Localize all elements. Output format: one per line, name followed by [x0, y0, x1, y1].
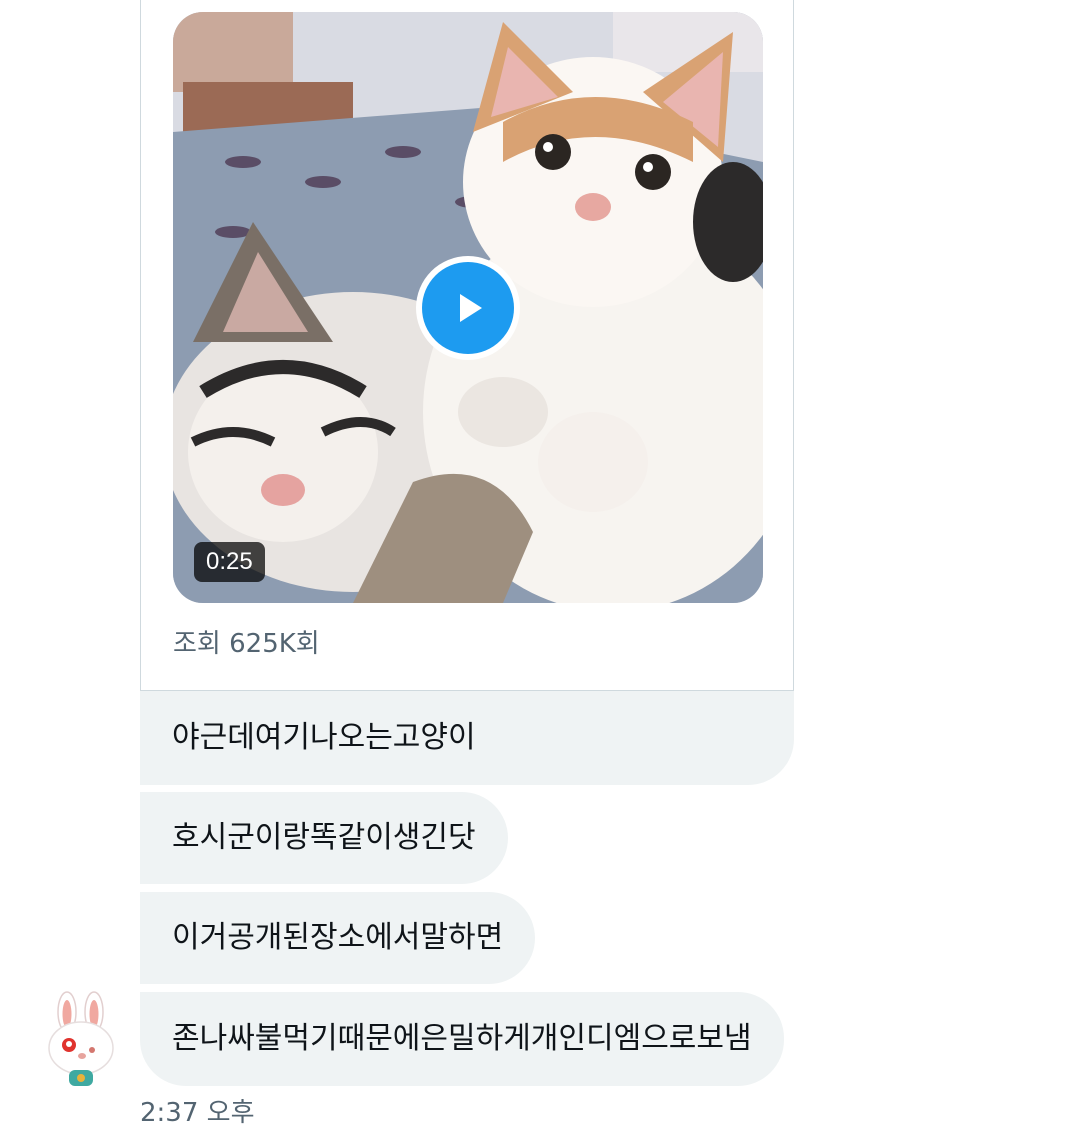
play-button[interactable]: [416, 256, 520, 360]
message-text: 존나싸불먹기때문에은밀하게개인디엠으로보냄: [172, 1021, 752, 1056]
video-player[interactable]: 0:25: [173, 12, 763, 603]
play-icon: [422, 262, 514, 354]
video-duration-badge: 0:25: [194, 542, 265, 582]
message-text: 야근데여기나오는고양이: [172, 720, 476, 755]
message-text: 이거공개된장소에서말하면: [172, 920, 504, 955]
message-bubble[interactable]: 존나싸불먹기때문에은밀하게개인디엠으로보냄: [140, 992, 784, 1086]
message-bubble[interactable]: 야근데여기나오는고양이: [140, 691, 794, 785]
dm-conversation: 0:25 조회 625K회 야근데여기나오는고양이 호시군이랑똑같이생긴닷 이거…: [0, 0, 1080, 1142]
view-count: 조회 625K회: [173, 629, 320, 659]
message-timestamp: 2:37 오후: [140, 1098, 255, 1128]
message-bubble[interactable]: 이거공개된장소에서말하면: [140, 892, 536, 984]
bunny-avatar-icon: [48, 991, 114, 1086]
message-bubble[interactable]: 호시군이랑똑같이생긴닷: [140, 792, 508, 884]
message-text: 호시군이랑똑같이생긴닷: [172, 820, 476, 855]
shared-tweet-card[interactable]: 0:25 조회 625K회: [140, 0, 794, 691]
sender-avatar[interactable]: [42, 990, 122, 1090]
